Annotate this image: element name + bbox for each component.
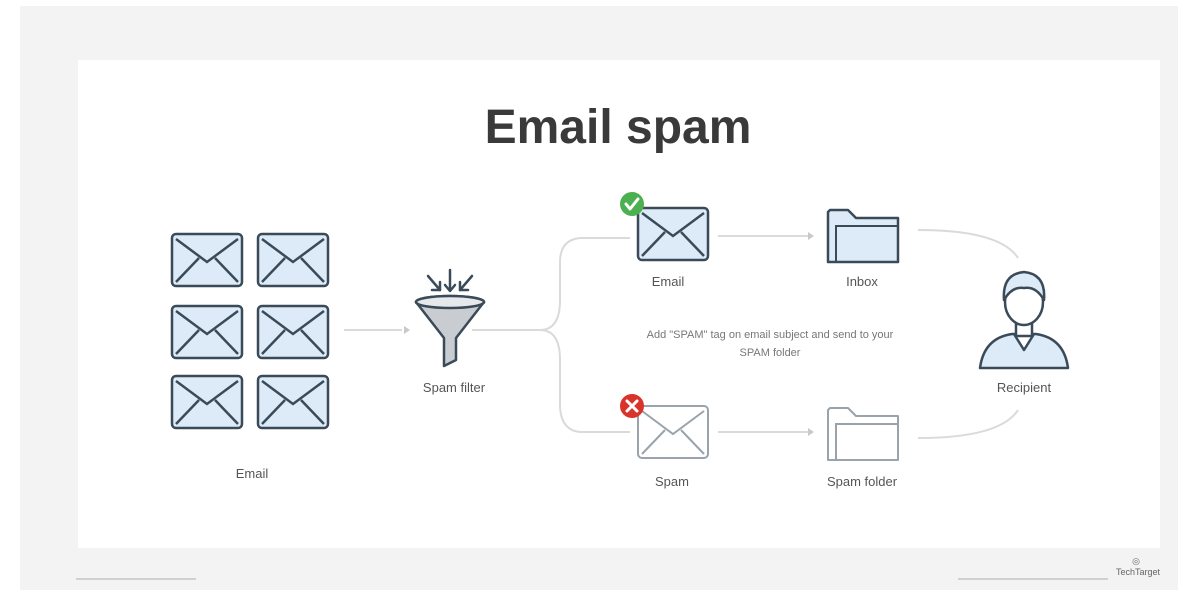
envelope-icon	[256, 304, 330, 360]
line-filter-to-email	[472, 237, 630, 331]
inbox-label: Inbox	[846, 274, 878, 289]
email-group	[170, 232, 330, 430]
arrow-head	[404, 326, 410, 334]
passed-email	[620, 192, 710, 262]
spam-label: Spam	[655, 474, 689, 489]
envelope-icon	[256, 232, 330, 288]
spam-filter-label: Spam filter	[422, 380, 486, 395]
spam-folder-icon	[827, 407, 899, 461]
footer-line-left	[76, 578, 196, 580]
envelope-icon	[256, 374, 330, 430]
inbox-folder-icon	[826, 208, 900, 264]
logo-text: TechTarget	[1116, 567, 1161, 577]
line-folder-to-recipient	[917, 409, 1019, 439]
spam-tag-note: Add "SPAM" tag on email subject and send…	[646, 329, 894, 359]
spam-email	[620, 394, 709, 459]
flow-diagram	[170, 192, 1070, 461]
envelope-icon	[636, 206, 710, 262]
arrow-head	[808, 232, 814, 240]
email-label: Email	[651, 274, 685, 289]
line-filter-to-spam	[539, 329, 630, 433]
recipient-label: Recipient	[996, 380, 1052, 395]
envelope-icon	[170, 304, 244, 360]
footer-line-right	[958, 578, 1108, 580]
person-icon	[978, 270, 1070, 370]
line-inbox-to-recipient	[917, 229, 1019, 259]
cross-icon	[620, 394, 644, 418]
logo-mark: ◎	[1132, 556, 1140, 566]
spam-folder-label: Spam folder	[826, 474, 898, 489]
envelope-icon	[170, 374, 244, 430]
check-icon	[620, 192, 644, 216]
email-group-label: Email	[235, 466, 269, 481]
arrow-head	[808, 428, 814, 436]
envelope-icon	[170, 232, 244, 288]
funnel-icon	[414, 268, 486, 368]
logo: ◎ TechTarget	[1116, 556, 1160, 578]
